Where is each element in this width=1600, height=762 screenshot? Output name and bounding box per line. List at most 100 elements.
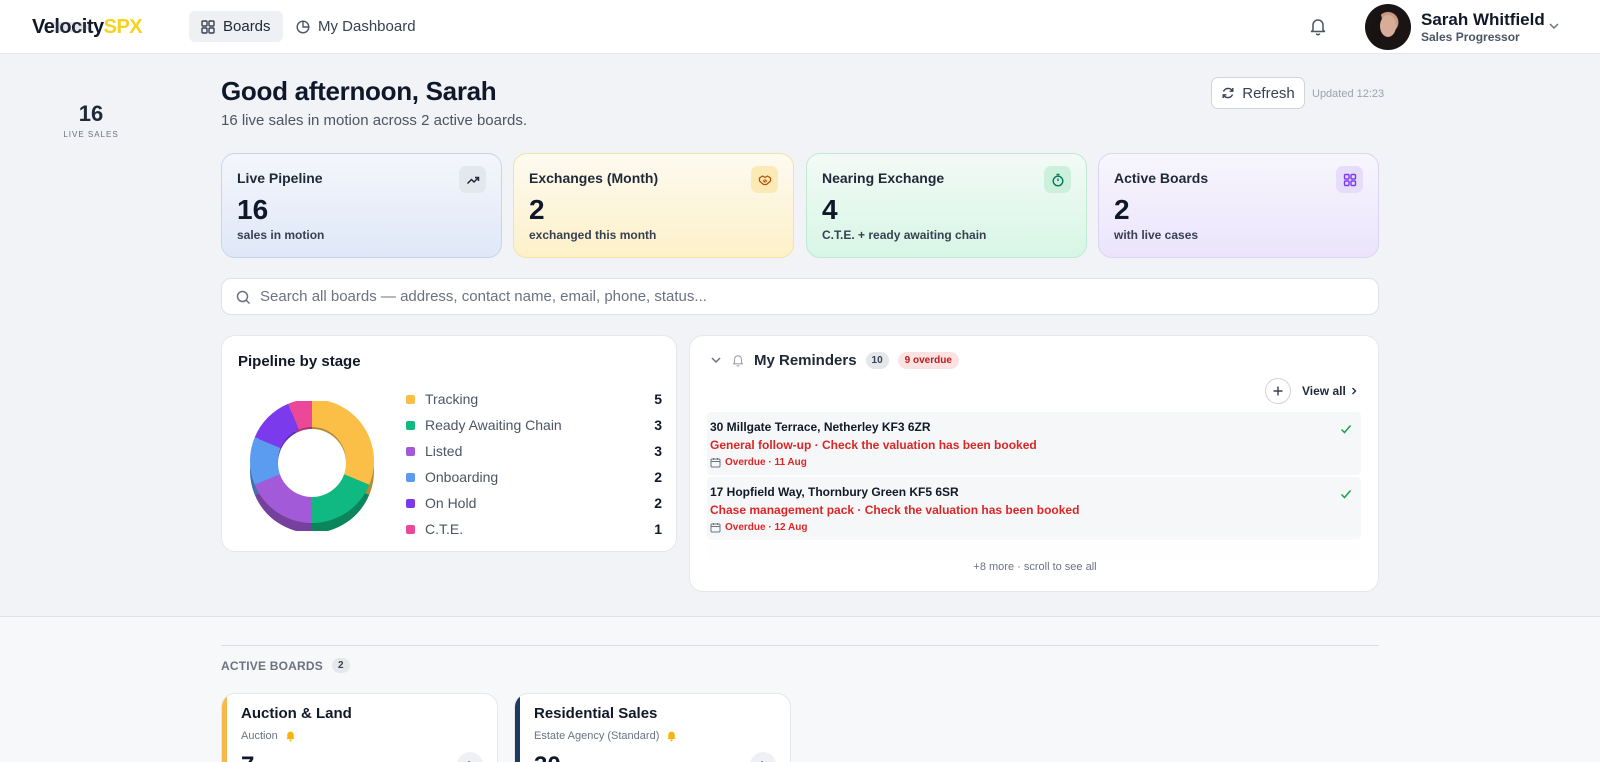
top-bar: VelocitySPX Boards My Dashboard Sarah Wh… [0, 0, 1600, 54]
timer-icon [1044, 166, 1071, 193]
reminder-due: Overdue · 12 Aug [710, 522, 1358, 533]
active-boards-section: ACTIVE BOARDS 2 Auction & Land Auction 7… [0, 616, 1600, 762]
stat-label: Active Boards [1114, 170, 1209, 186]
stat-value: 2 [529, 194, 545, 225]
open-board-button[interactable] [457, 752, 483, 762]
legend-item[interactable]: Ready Awaiting Chain 3 [406, 412, 662, 438]
legend-label: Onboarding [425, 469, 499, 485]
reminder-due-text: Overdue · 12 Aug [725, 522, 808, 533]
donut-hole [278, 429, 346, 497]
donut-center-value: 16 [78, 101, 104, 126]
chevron-down-icon[interactable] [710, 354, 722, 366]
pipeline-panel: Pipeline by stage Tracking 5 Ready Awaitin… [221, 335, 677, 552]
refresh-button[interactable]: Refresh [1211, 77, 1305, 109]
stat-value: 4 [822, 194, 838, 225]
bell-filled-icon [667, 731, 677, 742]
stat-desc: with live cases [1114, 228, 1199, 242]
stat-card-exchanges[interactable]: Exchanges (Month) 2 exchanged this month [513, 153, 794, 258]
stat-value: 2 [1114, 194, 1130, 225]
grid-icon [1336, 166, 1363, 193]
stat-card-nearing-exchange[interactable]: Nearing Exchange 4 C.T.E. + ready awaiti… [806, 153, 1087, 258]
legend-swatch [406, 394, 415, 404]
reminders-count-badge: 10 [865, 351, 889, 369]
view-all-label: View all [1302, 384, 1346, 398]
open-board-button[interactable] [750, 752, 776, 762]
reminder-address: 17 Hopfield Way, Thornbury Green KF5 6SR [710, 485, 959, 499]
refresh-icon [1222, 87, 1234, 99]
legend-label: Listed [425, 443, 463, 459]
stat-label: Live Pipeline [237, 170, 323, 186]
stat-desc: C.T.E. + ready awaiting chain [822, 228, 987, 242]
updated-timestamp: Updated 12:23 [1312, 88, 1385, 100]
stat-label: Exchanges (Month) [529, 170, 659, 186]
board-type: Estate Agency (Standard) [534, 729, 678, 742]
board-name: Residential Sales [534, 705, 658, 722]
legend-count: 2 [654, 495, 662, 511]
page-subtitle: 16 live sales in motion across 2 active … [221, 112, 527, 129]
reminders-more-text[interactable]: +8 more · scroll to see all [690, 561, 1378, 573]
legend-swatch [406, 524, 415, 534]
donut-center-label: LIVE SALES [63, 130, 119, 139]
user-name: Sarah Whitfield [1421, 10, 1545, 29]
nav-boards-button[interactable]: Boards [189, 11, 283, 42]
complete-check-icon[interactable] [1339, 487, 1353, 501]
logo-streaks-icon [50, 22, 90, 32]
handshake-icon [751, 166, 778, 193]
section-divider [221, 645, 1379, 646]
legend-label: C.T.E. [425, 521, 464, 537]
stat-card-active-boards[interactable]: Active Boards 2 with live cases [1098, 153, 1379, 258]
calendar-icon [710, 523, 721, 533]
chevron-right-icon [1351, 387, 1357, 395]
legend-item[interactable]: Listed 3 [406, 438, 662, 464]
legend-label: Ready Awaiting Chain [425, 417, 562, 433]
calendar-icon [710, 458, 721, 468]
stat-value: 16 [237, 194, 269, 225]
stat-card-live-pipeline[interactable]: Live Pipeline 16 sales in motion [221, 153, 502, 258]
board-accent-bar [515, 694, 520, 762]
board-type-label: Auction [241, 729, 278, 742]
legend-item[interactable]: C.T.E. 1 [406, 516, 662, 542]
page-title: Good afternoon, Sarah [221, 76, 497, 106]
app-logo[interactable]: VelocitySPX [32, 16, 143, 38]
legend-item[interactable]: Onboarding 2 [406, 464, 662, 490]
global-search [221, 278, 1379, 315]
reminder-due-text: Overdue · 11 Aug [725, 457, 807, 468]
legend-item[interactable]: Tracking 5 [406, 386, 662, 412]
nav-boards-label: Boards [223, 18, 271, 35]
search-input[interactable] [260, 279, 1360, 314]
legend-label: Tracking [425, 391, 479, 407]
notifications-bell-icon[interactable] [1308, 16, 1328, 36]
user-role: Sales Progressor [1421, 30, 1520, 44]
reminders-header[interactable]: My Reminders 10 9 overdue [710, 349, 959, 371]
legend-swatch [406, 446, 415, 456]
reminders-overdue-badge: 9 overdue [897, 351, 959, 369]
stat-desc: sales in motion [237, 228, 325, 242]
nav-dashboard-button[interactable]: My Dashboard [284, 11, 428, 42]
legend-count: 1 [654, 521, 662, 537]
board-card-auction-land[interactable]: Auction & Land Auction 7 [221, 693, 498, 762]
board-type-label: Estate Agency (Standard) [534, 729, 660, 742]
reminders-panel: My Reminders 10 9 overdue View all 30 Mi… [689, 335, 1379, 592]
legend-count: 5 [654, 391, 662, 407]
reminder-item[interactable]: 17 Hopfield Way, Thornbury Green KF5 6SR… [707, 477, 1361, 540]
chevron-down-icon[interactable] [1548, 20, 1560, 32]
board-case-count: 30 [534, 752, 561, 762]
board-name: Auction & Land [241, 705, 352, 722]
active-boards-heading: ACTIVE BOARDS 2 [221, 658, 350, 673]
search-icon [236, 290, 251, 305]
user-avatar[interactable] [1365, 4, 1411, 50]
board-type: Auction [241, 729, 297, 742]
add-reminder-button[interactable] [1265, 378, 1291, 404]
legend-swatch [406, 472, 415, 482]
legend-count: 2 [654, 469, 662, 485]
legend-item[interactable]: On Hold 2 [406, 490, 662, 516]
legend-swatch [406, 498, 415, 508]
board-card-residential-sales[interactable]: Residential Sales Estate Agency (Standar… [514, 693, 791, 762]
active-boards-label: ACTIVE BOARDS [221, 658, 323, 673]
legend-label: On Hold [425, 495, 477, 511]
complete-check-icon[interactable] [1339, 422, 1353, 436]
reminder-item[interactable]: 30 Millgate Terrace, Netherley KF3 6ZR G… [707, 412, 1361, 475]
view-all-reminders-link[interactable]: View all [1302, 384, 1358, 398]
board-case-count: 7 [241, 752, 254, 762]
legend-count: 3 [654, 417, 662, 433]
